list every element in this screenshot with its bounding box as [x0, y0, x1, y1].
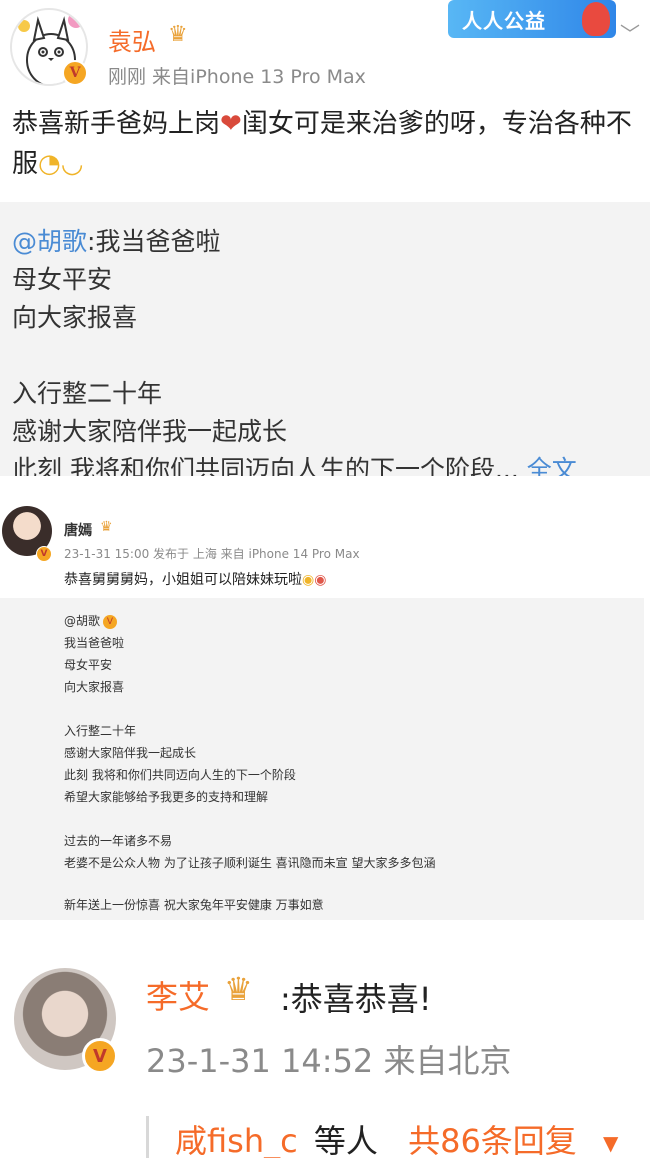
comment-liai: V 李艾 ♛ :恭喜恭喜! 23-1-31 14:52 来自北京 咸fish_c… — [0, 920, 650, 1158]
comment-text: :恭喜恭喜! — [280, 980, 432, 1018]
repost-line: 新年送上一份惊喜 祝大家兔年平安健康 万事如意 — [64, 898, 324, 912]
post-tangyan: V 唐嫣 ♛ 23-1-31 15:00 发布于 上海 来自 iPhone 14… — [0, 476, 650, 920]
repost-line-5: 感谢大家陪伴我一起成长 — [12, 417, 288, 446]
post-text: 恭喜新手爸妈上岗❤闺女可是来治爹的呀，专治各种不服◔◡ — [12, 104, 632, 184]
repost-line: 感谢大家陪伴我一起成长 — [64, 746, 197, 760]
repost-line: 母女平安 — [64, 658, 113, 672]
reply-count-link[interactable]: 共86条回复 — [408, 1122, 577, 1158]
post-yuanhong: V 袁弘 ♛ 刚刚 来自iPhone 13 Pro Max 人人公益 ﹀ 恭喜新… — [0, 0, 650, 484]
repost-line: 过去的一年诸多不易 — [64, 834, 173, 848]
username[interactable]: 李艾 — [146, 972, 210, 1018]
username[interactable]: 袁弘 — [108, 22, 156, 57]
reply-others-label: 等人 — [313, 1122, 378, 1158]
mascot-icon — [582, 2, 610, 36]
repost-line: @胡歌:我当爸爸啦 — [12, 222, 220, 258]
banner-label: 人人公益 — [462, 8, 546, 33]
verified-badge-icon: V — [82, 1038, 118, 1074]
repost-block[interactable]: @胡歌:我当爸爸啦 母女平安 向大家报喜 入行整二十年 感谢大家陪伴我一起成长 … — [0, 202, 650, 484]
crown-icon: ♛ — [224, 970, 253, 1008]
verified-badge-icon: V — [62, 60, 88, 86]
post-text-body: 恭喜舅舅舅妈，小姐姐可以陪妹妹玩啦 — [64, 572, 302, 588]
post-text-part1: 恭喜新手爸妈上岗 — [12, 109, 221, 139]
repost-line: 希望大家能够给予我更多的支持和理解 — [64, 790, 269, 804]
repost-block[interactable]: @胡歌 V 我当爸爸啦 母女平安 向大家报喜 入行整二十年 感谢大家陪伴我一起成长… — [0, 598, 644, 920]
charity-banner[interactable]: 人人公益 — [448, 0, 616, 38]
repost-line: 向大家报喜 — [64, 680, 125, 694]
mention-link[interactable]: @胡歌 — [12, 227, 87, 256]
grin-emoji-icon: ◉ — [302, 572, 315, 588]
username[interactable]: 唐嫣 — [64, 520, 92, 540]
repost-line: 老婆不是公众人物 为了让孩子顺利诞生 喜讯隐而未宣 望大家多多包涵 — [64, 856, 436, 870]
reply-summary[interactable]: 咸fish_c 等人 共86条回复 ▼ — [146, 1116, 618, 1158]
crown-icon: ♛ — [100, 519, 113, 535]
repost-line: 我当爸爸啦 — [64, 636, 125, 650]
repost-line: 入行整二十年 — [64, 724, 137, 738]
grin-emoji-icon: ◡ — [60, 149, 84, 179]
crown-icon: ♛ — [168, 22, 188, 47]
repost-mention-line: @胡歌 V — [64, 612, 118, 629]
post-text: 恭喜舅舅舅妈，小姐姐可以陪妹妹玩啦◉◉ — [64, 569, 326, 589]
chevron-down-icon[interactable]: ﹀ — [620, 18, 640, 47]
reply-user-link[interactable]: 咸fish_c — [175, 1122, 298, 1158]
comment-meta: 23-1-31 14:52 来自北京 — [146, 1042, 512, 1080]
repost-line-2: 母女平安 — [12, 265, 113, 294]
heart-emoji-icon: ❤ — [220, 109, 242, 139]
post-meta: 刚刚 来自iPhone 13 Pro Max — [108, 66, 366, 88]
triangle-down-icon[interactable]: ▼ — [603, 1131, 618, 1155]
repost-line-3: 向大家报喜 — [12, 303, 138, 332]
repost-line-1: :我当爸爸啦 — [87, 227, 221, 256]
repost-line: 此刻 我将和你们共同迈向人生的下一个阶段 — [64, 768, 296, 782]
verified-badge-icon: V — [103, 614, 118, 629]
mention-link[interactable]: @胡歌 — [64, 614, 100, 628]
verified-badge-icon: V — [36, 546, 52, 562]
repost-line-4: 入行整二十年 — [12, 379, 163, 408]
post-meta: 23-1-31 15:00 发布于 上海 来自 iPhone 14 Pro Ma… — [64, 547, 360, 561]
love-emoji-icon: ◉ — [314, 572, 327, 588]
thinking-emoji-icon: ◔ — [38, 149, 61, 179]
